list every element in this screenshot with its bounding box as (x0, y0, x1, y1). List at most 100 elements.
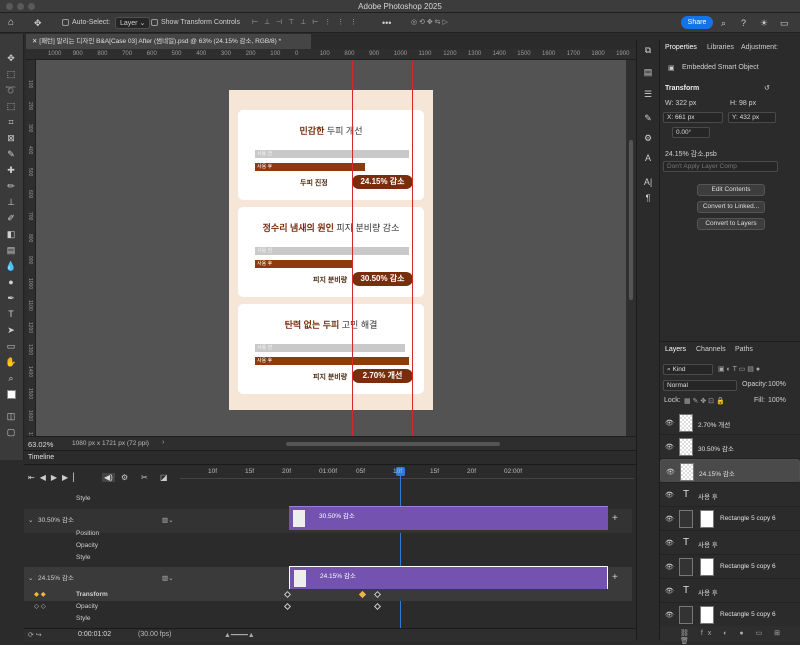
video-clip[interactable]: 30.50% 감소 (289, 506, 608, 530)
angle-field[interactable]: 0.00° (672, 127, 710, 138)
tab-layers[interactable]: Layers (665, 346, 686, 353)
visibility-eye-icon[interactable]: 👁 (665, 539, 674, 547)
layer-row[interactable]: 👁 T 사용 후 (660, 579, 800, 603)
guide-line[interactable] (412, 60, 413, 436)
visibility-eye-icon[interactable]: 👁 (665, 515, 674, 523)
tab-channels[interactable]: Channels (696, 346, 726, 353)
auto-select-checkbox[interactable]: Auto-Select: (62, 17, 110, 29)
layer-footer-icons[interactable]: ⛓ fx ◐ ● ▭ ⊞ 🗑 (660, 626, 800, 645)
move-tool-icon[interactable]: ✥ (34, 17, 42, 29)
settings-gear-icon[interactable]: ⚙ (121, 473, 128, 482)
show-transform-checkbox[interactable]: Show Transform Controls (151, 17, 240, 29)
type-tool-icon[interactable]: T (4, 308, 18, 320)
track-row[interactable]: Opacity (24, 540, 632, 552)
tab-libraries[interactable]: Libraries (707, 44, 734, 51)
track-row[interactable]: Style (24, 613, 632, 625)
healing-brush-icon[interactable]: ✚ (4, 164, 18, 176)
auto-select-dropdown[interactable]: Layer ⌄ (115, 17, 151, 29)
object-select-tool-icon[interactable]: ⬚ (4, 100, 18, 112)
filter-icons[interactable]: ▣ ◐ T ▭ ▤ ● (718, 365, 760, 373)
foreground-background-swatches[interactable] (4, 390, 18, 402)
visibility-eye-icon[interactable]: 👁 (666, 468, 675, 476)
guide-line[interactable] (352, 60, 353, 436)
zoom-slider[interactable]: ▲━━━━▲ (224, 631, 255, 639)
visibility-eye-icon[interactable]: 👁 (665, 611, 674, 619)
horizontal-scrollbar[interactable] (286, 442, 500, 446)
hand-tool-icon[interactable]: ✋ (4, 356, 18, 368)
filter-kind-dropdown[interactable]: ⌕ Kind (663, 364, 713, 375)
rectangle-tool-icon[interactable]: ▭ (4, 340, 18, 352)
document-tab[interactable]: ✕ [패턴] 말리는 디자인 B&A[Case 03] After (썸네일).… (26, 34, 311, 49)
glyphs-icon[interactable]: A| (641, 176, 655, 188)
layer-row[interactable]: 👁 T 사용 후 (660, 531, 800, 555)
eyedropper-tool-icon[interactable]: ✎ (4, 148, 18, 160)
comments-icon[interactable]: ▤ (641, 66, 655, 78)
share-button[interactable]: Share (681, 16, 713, 29)
tab-paths[interactable]: Paths (735, 346, 753, 353)
adjustments-icon[interactable]: ⚙ (641, 132, 655, 144)
close-window-button[interactable] (6, 3, 13, 10)
tab-adjustments[interactable]: Adjustment: (741, 44, 778, 51)
brush-settings-icon[interactable]: ✎ (641, 112, 655, 124)
height-field[interactable]: H: 98 px (730, 100, 756, 107)
quick-mask-icon[interactable]: ◫ (4, 410, 18, 422)
fill-value[interactable]: 100% (768, 397, 786, 404)
layer-row[interactable]: 👁 2.70% 개선 (660, 411, 800, 435)
track-row[interactable]: Position (24, 528, 632, 540)
layer-row[interactable]: 👁 Rectangle 5 copy 6 (660, 507, 800, 531)
add-media-icon[interactable]: + (612, 572, 618, 583)
character-icon[interactable]: A (641, 152, 655, 164)
lock-icons[interactable]: ▦ ✎ ✥ ⊡ 🔒 (684, 397, 725, 405)
status-menu-icon[interactable]: › (162, 439, 164, 446)
zoom-window-button[interactable] (28, 3, 35, 10)
tab-properties[interactable]: Properties (665, 44, 697, 51)
pen-tool-icon[interactable]: ✒ (4, 292, 18, 304)
marquee-tool-icon[interactable]: ⬚ (4, 68, 18, 80)
split-clip-icon[interactable]: ✂ (141, 473, 148, 482)
keyframe-nav-icon[interactable]: ◆ ◆ (34, 589, 46, 601)
layer-row[interactable]: 👁 T 사용 후 (660, 483, 800, 507)
home-icon[interactable]: ⌂ (8, 17, 14, 29)
paragraph-icon[interactable]: ¶ (641, 192, 655, 204)
width-field[interactable]: W: 322 px (665, 100, 696, 107)
y-field[interactable]: Y: 432 px (728, 112, 776, 123)
convert-to-linked-button[interactable]: Convert to Linked... (697, 201, 765, 213)
properties-icon[interactable]: ☰ (641, 88, 655, 100)
film-icon[interactable]: ▥⌄ (162, 567, 174, 591)
track-row[interactable]: Style (24, 493, 632, 505)
convert-frame-icon[interactable]: ⟳ ↪ (28, 631, 42, 639)
minimize-window-button[interactable] (17, 3, 24, 10)
vertical-scrollbar[interactable] (626, 60, 636, 436)
path-select-icon[interactable]: ➤ (4, 324, 18, 336)
align-icons[interactable]: ⊢ ⊥ ⊣ ⊤ ⊥ ⊢ ⋮ ⋮ ⋮ (252, 17, 359, 29)
layer-row[interactable]: 👁 Rectangle 5 copy 6 (660, 603, 800, 627)
expand-icon[interactable]: ⌄ (28, 567, 33, 591)
dodge-tool-icon[interactable]: ● (4, 276, 18, 288)
3d-mode-icons[interactable]: ◎ ⟲ ✥ ⇆ ▷ (411, 17, 448, 29)
layer-comp-dropdown[interactable]: Don't Apply Layer Comp (663, 161, 778, 172)
clone-stamp-icon[interactable]: ⊥ (4, 196, 18, 208)
add-media-icon[interactable]: + (612, 513, 618, 524)
blur-tool-icon[interactable]: 💧 (4, 260, 18, 272)
edit-contents-button[interactable]: Edit Contents (697, 184, 765, 196)
visibility-eye-icon[interactable]: 👁 (665, 563, 674, 571)
convert-to-layers-button[interactable]: Convert to Layers (697, 218, 765, 230)
visibility-eye-icon[interactable]: 👁 (665, 491, 674, 499)
history-brush-icon[interactable]: ✐ (4, 212, 18, 224)
move-tool-icon[interactable]: ✥ (4, 52, 18, 64)
visibility-eye-icon[interactable]: 👁 (665, 443, 674, 451)
canvas-area[interactable]: 민감한 두피 개선 사용 전 사용 후 두피 진정 24.15% 감소 정수리 … (36, 60, 626, 436)
blend-mode-dropdown[interactable]: Normal (663, 380, 737, 391)
learn-icon[interactable]: ☀ (760, 17, 768, 29)
workspace-icon[interactable]: ▭ (780, 17, 789, 29)
eraser-tool-icon[interactable]: ◧ (4, 228, 18, 240)
help-icon[interactable]: ? (741, 17, 746, 29)
track-row[interactable]: Style (24, 552, 632, 564)
zoom-tool-icon[interactable]: ⌕ (4, 372, 18, 384)
x-field[interactable]: X: 661 px (663, 112, 723, 123)
reset-icon[interactable]: ↺ (764, 84, 770, 92)
gradient-tool-icon[interactable]: ▤ (4, 244, 18, 256)
lasso-tool-icon[interactable]: ➰ (4, 84, 18, 96)
visibility-eye-icon[interactable]: 👁 (665, 419, 674, 427)
keyframe-nav-icon[interactable]: ◇ ◇ (34, 601, 46, 613)
